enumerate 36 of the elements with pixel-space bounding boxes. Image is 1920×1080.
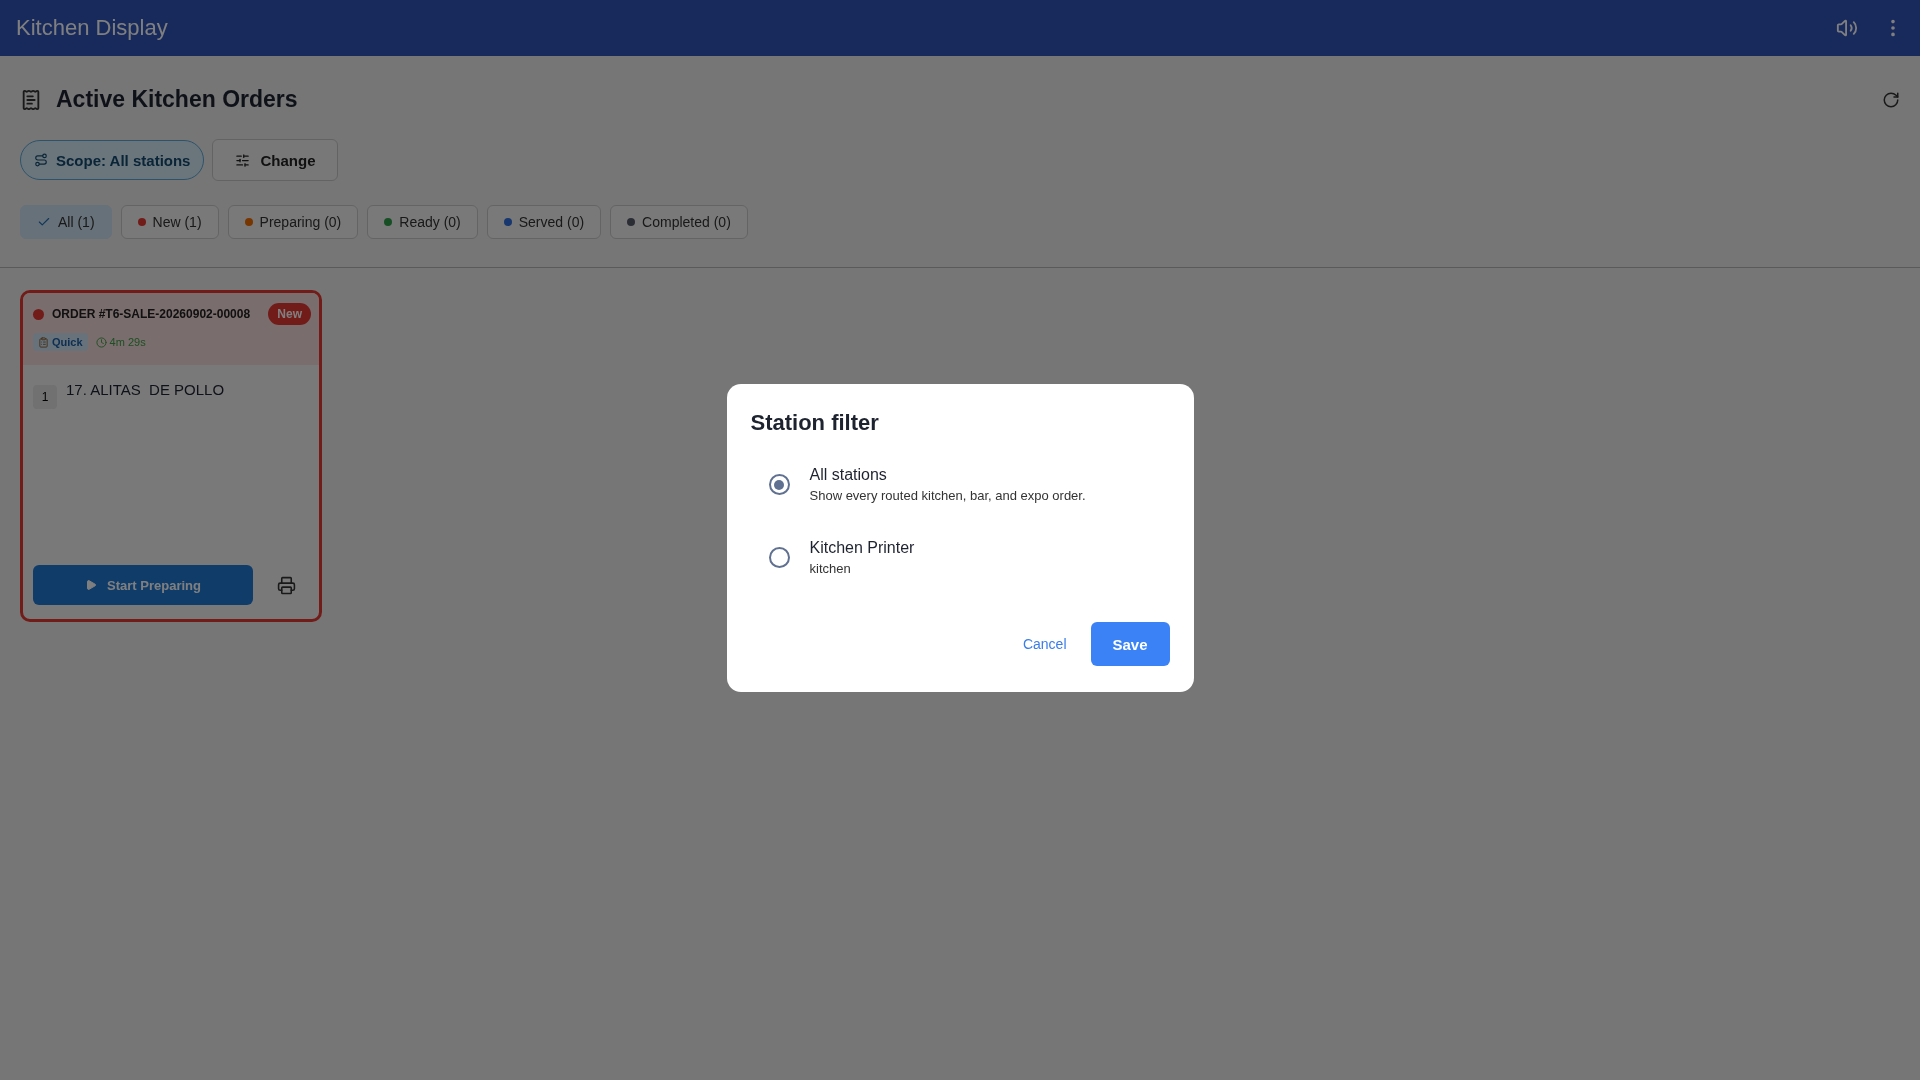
elapsed-time: 4m 29s [95, 336, 146, 348]
status-badge: New [268, 303, 311, 325]
order-title: ORDER #T6-SALE-20260902-00008 [52, 307, 251, 321]
app-title: Kitchen Display [16, 15, 169, 41]
radio-button[interactable] [768, 547, 790, 568]
option-label: Kitchen Printer [809, 539, 915, 557]
page-title: Active Kitchen Orders [56, 86, 299, 113]
change-button[interactable]: Change [212, 139, 339, 181]
play-icon [85, 579, 98, 591]
clipboard-icon [38, 336, 49, 348]
save-button[interactable]: Save [1090, 622, 1170, 666]
filter-chip[interactable]: All (1) [20, 205, 112, 239]
filter-chip[interactable]: Preparing (0) [227, 205, 359, 239]
item-quantity: 1 [33, 385, 57, 409]
cancel-button[interactable]: Cancel [1016, 635, 1073, 653]
clock-icon [95, 336, 107, 348]
filter-chip[interactable]: Completed (0) [610, 205, 748, 239]
print-icon[interactable] [277, 575, 296, 595]
option-label: All stations [809, 466, 888, 484]
receipt-icon [20, 88, 42, 111]
refresh-icon[interactable] [1882, 90, 1900, 109]
filter-chip[interactable]: Ready (0) [367, 205, 478, 239]
route-icon [34, 153, 48, 167]
item-name: 17. ALITAS DE POLLO [66, 381, 225, 398]
filter-chip[interactable]: Served (0) [486, 205, 602, 239]
volume-icon[interactable] [1836, 17, 1858, 39]
scope-chip: Scope: All stations [20, 140, 205, 180]
order-tag: Quick [33, 333, 88, 351]
radio-button[interactable] [768, 474, 790, 495]
option-description: Show every routed kitchen, bar, and expo order. [809, 488, 1086, 503]
start-preparing-button[interactable]: Start Preparing [33, 565, 253, 605]
check-icon [37, 215, 51, 229]
filter-chip[interactable]: New (1) [120, 205, 219, 239]
dialog-title: Station filter [750, 410, 880, 436]
sliders-icon [235, 152, 251, 168]
option-description: kitchen [809, 561, 852, 576]
